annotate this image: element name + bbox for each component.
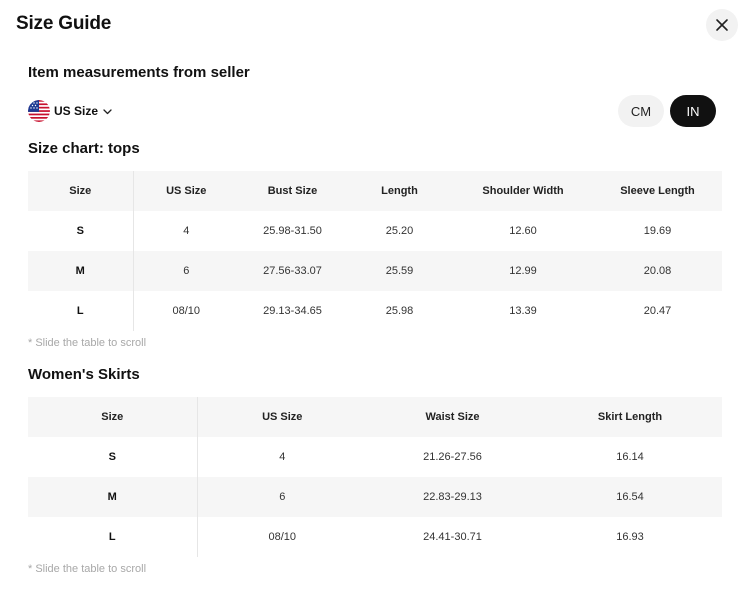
table-cell: 21.26-27.56 bbox=[423, 451, 482, 463]
tops-size-table[interactable]: Size US Size Bust Size Length Shoulder W… bbox=[28, 171, 722, 331]
column-header: US Size bbox=[133, 171, 239, 211]
table-cell: 13.39 bbox=[509, 305, 537, 317]
skirts-size-table[interactable]: Size US Size Waist Size Skirt Length S 4… bbox=[28, 397, 722, 557]
table-cell: 20.08 bbox=[593, 251, 722, 291]
column-header: Shoulder Width bbox=[453, 171, 593, 211]
table-cell: 16.54 bbox=[538, 477, 722, 517]
table-cell: 25.98 bbox=[385, 305, 414, 317]
table-cell: 25.20 bbox=[385, 225, 414, 237]
table-header-row: Size US Size Waist Size Skirt Length bbox=[28, 397, 722, 437]
table-cell: M bbox=[28, 477, 198, 517]
dialog-title: Size Guide bbox=[16, 13, 112, 34]
close-button[interactable] bbox=[706, 9, 738, 41]
column-header: Sleeve Length bbox=[593, 171, 722, 211]
column-header: Length bbox=[346, 171, 453, 211]
table-row: L 08/10 29.13-34.65 25.98 13.39 20.47 bbox=[28, 291, 722, 331]
dialog-header: Size Guide bbox=[0, 0, 750, 50]
table-row: M 6 22.83-29.13 16.54 bbox=[28, 477, 722, 517]
column-header: US Size bbox=[197, 397, 367, 437]
scroll-hint: * Slide the table to scroll bbox=[28, 337, 147, 349]
table-row: S 4 21.26-27.56 16.14 bbox=[28, 437, 722, 477]
table-cell: 6 bbox=[133, 251, 239, 291]
unit-cm-button[interactable]: CM bbox=[618, 95, 664, 127]
table-cell: 08/10 bbox=[268, 531, 297, 543]
close-icon bbox=[716, 19, 728, 31]
table-cell: 4 bbox=[183, 225, 190, 237]
table-cell: 25.59 bbox=[346, 251, 453, 291]
chevron-down-icon bbox=[103, 109, 112, 115]
table-cell: 29.13-34.65 bbox=[263, 305, 322, 317]
tops-section-title: Size chart: tops bbox=[28, 140, 140, 157]
unit-in-button[interactable]: IN bbox=[670, 95, 716, 127]
table-cell: 22.83-29.13 bbox=[367, 477, 538, 517]
table-cell: S bbox=[28, 437, 198, 477]
table-cell: 12.60 bbox=[509, 225, 537, 237]
region-label: US Size bbox=[54, 104, 99, 118]
column-header: Size bbox=[28, 171, 134, 211]
measurements-subtitle: Item measurements from seller bbox=[28, 64, 250, 81]
table-cell: L bbox=[28, 517, 198, 557]
table-cell: S bbox=[28, 211, 134, 251]
table-cell: 19.69 bbox=[643, 225, 672, 237]
column-header: Waist Size bbox=[367, 397, 538, 437]
table-cell: 6 bbox=[197, 477, 367, 517]
us-flag-icon bbox=[28, 100, 50, 122]
table-cell: 24.41-30.71 bbox=[423, 531, 482, 543]
unit-toggle: CM IN bbox=[618, 95, 716, 127]
scroll-hint: * Slide the table to scroll bbox=[28, 563, 147, 575]
table-cell: 16.93 bbox=[616, 531, 644, 543]
table-cell: M bbox=[28, 251, 134, 291]
table-row: S 4 25.98-31.50 25.20 12.60 19.69 bbox=[28, 211, 722, 251]
table-header-row: Size US Size Bust Size Length Shoulder W… bbox=[28, 171, 722, 211]
table-cell: 16.14 bbox=[616, 451, 644, 463]
table-row: M 6 27.56-33.07 25.59 12.99 20.08 bbox=[28, 251, 722, 291]
column-header: Skirt Length bbox=[538, 397, 722, 437]
size-region-selector[interactable]: US Size bbox=[28, 99, 112, 123]
table-cell: 12.99 bbox=[453, 251, 593, 291]
table-cell: 08/10 bbox=[172, 305, 201, 317]
column-header: Size bbox=[28, 397, 198, 437]
table-cell: 4 bbox=[279, 451, 286, 463]
table-row: L 08/10 24.41-30.71 16.93 bbox=[28, 517, 722, 557]
table-cell: 20.47 bbox=[643, 305, 672, 317]
table-cell: 25.98-31.50 bbox=[263, 225, 322, 237]
table-cell: 27.56-33.07 bbox=[239, 251, 346, 291]
column-header: Bust Size bbox=[239, 171, 346, 211]
skirts-section-title: Women's Skirts bbox=[28, 366, 140, 383]
table-cell: L bbox=[28, 291, 134, 331]
